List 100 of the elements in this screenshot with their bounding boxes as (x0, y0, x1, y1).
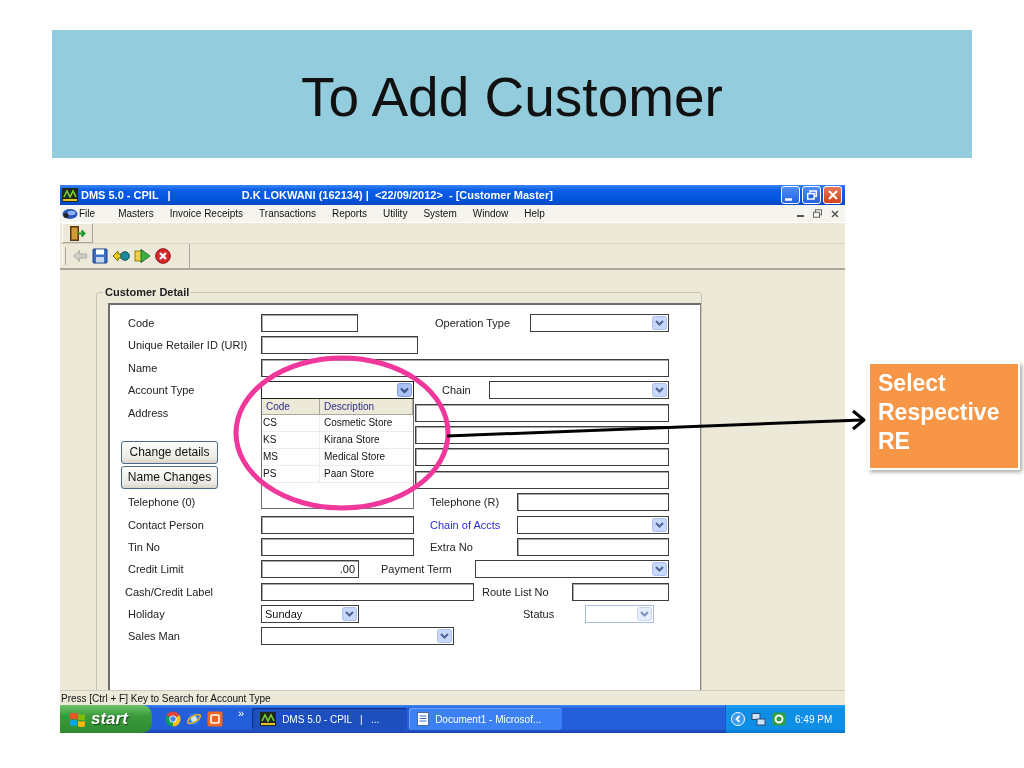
input-field[interactable] (261, 582, 474, 601)
dropdown-field[interactable] (489, 381, 669, 400)
input-field[interactable] (415, 448, 669, 467)
app-tile-icon[interactable] (207, 711, 223, 727)
status-text: Press [Ctrl + F] Key to Search for Account Type (61, 692, 271, 704)
field-label: Route List No (482, 584, 549, 599)
callout-note: Select Respective RE (868, 362, 1020, 470)
code-cell[interactable]: PS (262, 466, 320, 484)
dropdown-field[interactable]: Sunday (261, 605, 359, 624)
description-cell[interactable]: Paan Store (320, 466, 413, 484)
field-label: Tin No (128, 539, 160, 554)
app-icon (62, 188, 78, 202)
field-label: Credit Limit (128, 562, 184, 577)
restore-icon (806, 190, 817, 200)
field-label: Status (523, 607, 555, 622)
ring-tile-icon[interactable] (772, 712, 786, 726)
slide-title: To Add Customer (301, 66, 723, 128)
input-field[interactable] (261, 336, 418, 355)
field-label: Sales Man (128, 629, 180, 644)
dropdown-field[interactable] (261, 381, 414, 400)
chevron-down-icon[interactable] (342, 607, 357, 622)
menu-item[interactable]: Masters (118, 208, 154, 219)
network-icon[interactable] (751, 712, 766, 726)
door-icon[interactable] (69, 224, 86, 242)
input-field[interactable] (261, 515, 414, 534)
menu-item[interactable]: Help (524, 208, 545, 219)
input-field[interactable] (261, 314, 358, 332)
chevron-down-icon[interactable] (652, 517, 667, 532)
field-label: Contact Person (128, 517, 204, 532)
chevron-down-icon[interactable] (397, 383, 412, 398)
dropdown-field[interactable] (475, 560, 669, 579)
chevron-down-icon[interactable] (652, 383, 667, 398)
minimize-button[interactable] (781, 186, 800, 204)
menu-item[interactable]: Reports (331, 208, 367, 219)
more-button[interactable]: » (238, 707, 245, 719)
save-icon[interactable] (92, 248, 108, 264)
code-cell[interactable]: CS (262, 415, 320, 433)
start-button[interactable]: start (60, 705, 152, 733)
orbit-logo-icon[interactable] (186, 711, 202, 727)
menu-item[interactable]: Utility (382, 208, 408, 219)
restore-button[interactable] (802, 186, 821, 204)
chevron-down-icon[interactable] (652, 562, 667, 577)
app-logo-icon[interactable] (62, 207, 78, 220)
description-cell[interactable]: Cosmetic Store (320, 415, 413, 433)
menu-item[interactable]: Transactions (259, 208, 316, 219)
field-label: Chain (442, 383, 471, 398)
arrow-circle-icon[interactable] (112, 248, 130, 264)
column-header: Description (320, 399, 413, 416)
input-field[interactable] (415, 470, 669, 489)
code-cell[interactable]: KS (262, 432, 320, 450)
input-field[interactable] (261, 537, 414, 556)
menu-item[interactable]: Window (472, 208, 509, 219)
restore-icon[interactable] (813, 209, 822, 218)
link-label[interactable]: Chain of Accts (430, 517, 501, 532)
chevron-down-icon[interactable] (437, 629, 452, 644)
clock-text: 6:49 PM (795, 713, 833, 725)
field-label: Extra No (430, 539, 473, 554)
group-title: Customer Detail (104, 286, 191, 299)
cancel-icon[interactable] (155, 248, 171, 264)
input-field[interactable] (572, 582, 669, 601)
dropdown-field[interactable] (261, 627, 454, 646)
chevron-left-icon[interactable] (731, 712, 745, 726)
taskbar-button[interactable]: DMS 5.0 - CPIL | ... (252, 708, 408, 730)
input-field[interactable] (517, 493, 669, 512)
menu-item[interactable]: System (423, 208, 457, 219)
browser-logo-icon[interactable] (165, 711, 181, 727)
field-label: Account Type (128, 383, 195, 398)
exit-button[interactable] (62, 223, 93, 243)
dropdown-list[interactable]: Code Description CS Cosmetic Store KS Kirana Store MS Medical Store PS Paan Store (261, 399, 414, 510)
close-button[interactable] (823, 186, 842, 204)
description-cell[interactable]: Kirana Store (320, 432, 413, 450)
code-cell[interactable]: MS (262, 449, 320, 467)
field-label: Holiday (128, 607, 165, 622)
dropdown-field[interactable] (517, 515, 669, 534)
input-field[interactable] (415, 403, 669, 422)
field-label: Code (128, 316, 155, 330)
menu-item[interactable]: Invoice Receipts (169, 208, 244, 219)
field-label: Operation Type (435, 316, 510, 330)
close-icon[interactable] (831, 209, 839, 218)
action-button[interactable]: Change details (121, 440, 218, 464)
column-header: Code (262, 399, 320, 416)
taskbar-button[interactable]: Document1 - Microsof... (409, 708, 563, 730)
chevron-down-icon[interactable] (652, 316, 667, 330)
play-icon[interactable] (134, 248, 151, 264)
menu-item[interactable]: File (79, 208, 96, 219)
minimize-icon (785, 197, 792, 201)
field-label: Unique Retailer ID (URI) (128, 338, 248, 353)
action-button[interactable]: Name Changes (121, 465, 218, 489)
input-field[interactable] (261, 358, 669, 377)
field-label: Cash/Credit Label (125, 584, 214, 599)
app-icon (260, 712, 277, 726)
field-label: Payment Term (381, 562, 452, 577)
window-title: D.K LOKWANI (162134) | <22/09/2012> - [Customer Master] (241, 189, 553, 201)
number-field[interactable]: .00 (261, 560, 359, 579)
windows-flag-icon (69, 711, 86, 727)
input-field[interactable] (517, 537, 669, 556)
field-label: Telephone (0) (128, 495, 196, 510)
description-cell[interactable]: Medical Store (320, 449, 413, 467)
document-icon (417, 712, 430, 726)
dropdown-field[interactable] (530, 314, 669, 332)
